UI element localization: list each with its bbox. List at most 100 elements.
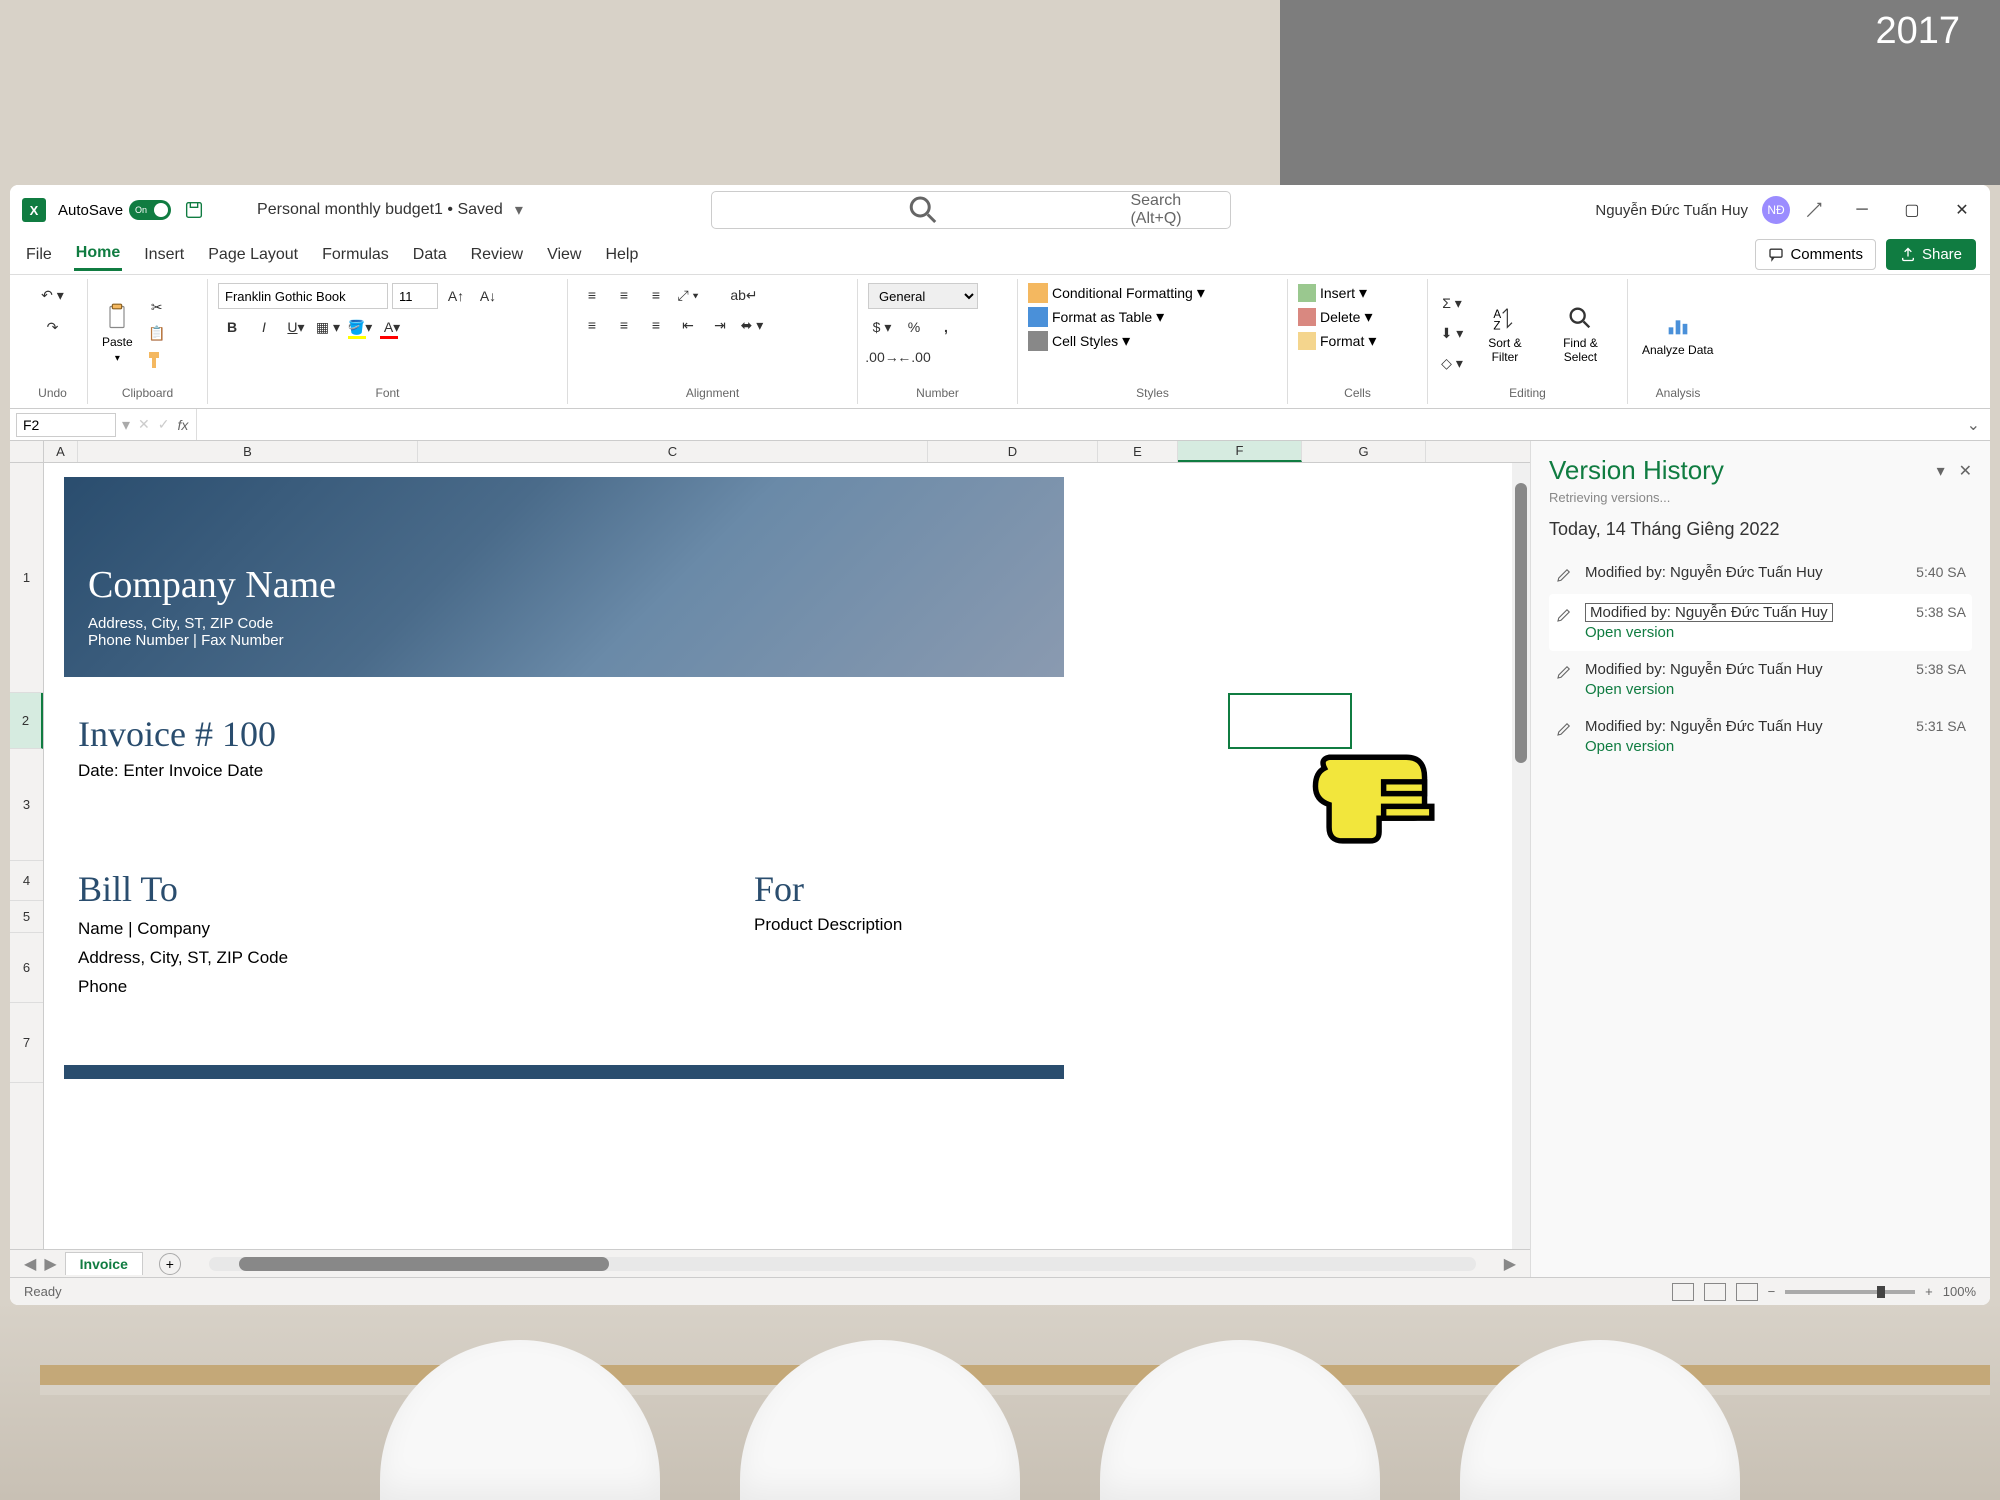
format-cells-button[interactable]: Format ▾ [1298,331,1376,351]
sort-filter-button[interactable]: AZ Sort & Filter [1472,300,1538,368]
find-select-button[interactable]: Find & Select [1544,300,1617,368]
row-header-7[interactable]: 7 [10,1003,43,1083]
zoom-out-icon[interactable]: − [1768,1284,1776,1299]
zoom-in-icon[interactable]: + [1925,1284,1933,1299]
align-left-icon[interactable]: ≡ [578,313,606,337]
comments-button[interactable]: Comments [1755,239,1876,270]
panel-options-icon[interactable]: ▾ [1937,461,1945,481]
document-title[interactable]: Personal monthly budget1 • Saved [257,201,503,219]
align-bottom-icon[interactable]: ≡ [642,283,670,307]
increase-font-icon[interactable]: A↑ [442,284,470,308]
fill-icon[interactable]: ⬇ ▾ [1438,322,1466,346]
fill-color-button[interactable]: 🪣 ▾ [346,315,374,339]
column-header-E[interactable]: E [1098,441,1178,462]
cancel-formula-icon[interactable]: ✕ [138,416,150,433]
number-format-select[interactable]: General [868,283,978,309]
version-item[interactable]: Modified by: Nguyễn Đức Tuấn Huy Open ve… [1549,594,1972,651]
comma-format-icon[interactable]: , [932,315,960,339]
user-name[interactable]: Nguyễn Đức Tuấn Huy [1595,202,1748,219]
tab-home[interactable]: Home [74,238,122,271]
for-body[interactable]: Product Description [754,915,902,935]
align-center-icon[interactable]: ≡ [610,313,638,337]
clear-icon[interactable]: ◇ ▾ [1438,352,1466,376]
invoice-date[interactable]: Date: Enter Invoice Date [78,761,263,781]
cell-styles-button[interactable]: Cell Styles ▾ [1028,331,1130,351]
column-header-C[interactable]: C [418,441,928,462]
horizontal-scrollbar[interactable] [209,1257,1476,1271]
selected-cell-F2[interactable] [1228,693,1352,749]
sheet-nav-next-icon[interactable]: ▶ [44,1254,56,1274]
redo-button[interactable]: ↷ [39,315,67,339]
version-item[interactable]: Modified by: Nguyễn Đức Tuấn Huy 5:40 SA [1549,554,1972,594]
search-input[interactable]: Search (Alt+Q) [711,191,1231,229]
normal-view-icon[interactable] [1672,1283,1694,1301]
font-size-select[interactable] [392,283,438,309]
invoice-number[interactable]: Invoice # 100 [78,713,276,755]
format-as-table-button[interactable]: Format as Table ▾ [1028,307,1164,327]
tab-help[interactable]: Help [603,240,640,270]
cut-button[interactable]: ✂ [143,296,171,320]
accounting-format-icon[interactable]: $ ▾ [868,315,896,339]
delete-cells-button[interactable]: Delete ▾ [1298,307,1373,327]
font-color-button[interactable]: A ▾ [378,315,406,339]
formula-input[interactable] [196,409,1956,440]
row-header-6[interactable]: 6 [10,933,43,1003]
conditional-formatting-button[interactable]: Conditional Formatting ▾ [1028,283,1205,303]
enter-formula-icon[interactable]: ✓ [158,416,170,433]
name-box[interactable] [16,413,116,437]
analyze-data-button[interactable]: Analyze Data [1638,307,1717,361]
save-icon[interactable] [183,199,205,221]
panel-close-icon[interactable]: ✕ [1959,461,1972,481]
column-header-G[interactable]: G [1302,441,1426,462]
percent-format-icon[interactable]: % [900,315,928,339]
underline-button[interactable]: U ▾ [282,315,310,339]
bold-button[interactable]: B [218,315,246,339]
increase-decimal-icon[interactable]: .00→ [868,345,896,369]
decrease-indent-icon[interactable]: ⇤ [674,313,702,337]
tab-review[interactable]: Review [469,240,525,270]
vertical-scrollbar[interactable] [1512,463,1530,1249]
autosum-icon[interactable]: Σ ▾ [1438,292,1466,316]
for-header[interactable]: For [754,868,804,910]
column-header-F[interactable]: F [1178,441,1302,462]
open-version-link[interactable]: Open version [1585,624,1904,641]
minimize-button[interactable]: ─ [1846,194,1878,226]
mic-icon[interactable] [1804,200,1824,220]
fx-icon[interactable]: fx [178,417,189,433]
close-button[interactable]: ✕ [1946,194,1978,226]
row-header-1[interactable]: 1 [10,463,43,693]
zoom-level[interactable]: 100% [1943,1284,1976,1299]
merge-center-icon[interactable]: ⬌ ▾ [738,313,766,337]
open-version-link[interactable]: Open version [1585,681,1904,698]
borders-button[interactable]: ▦ ▾ [314,315,342,339]
autosave-toggle[interactable]: AutoSave On [58,200,171,220]
tab-page-layout[interactable]: Page Layout [206,240,300,270]
wrap-text-icon[interactable]: ab↵ [730,283,758,307]
row-header-5[interactable]: 5 [10,901,43,933]
select-all-corner[interactable] [10,441,44,462]
insert-cells-button[interactable]: Insert ▾ [1298,283,1367,303]
scroll-right-icon[interactable]: ▶ [1504,1254,1516,1274]
tab-insert[interactable]: Insert [142,240,186,270]
maximize-button[interactable]: ▢ [1896,194,1928,226]
decrease-decimal-icon[interactable]: ←.00 [900,345,928,369]
row-header-3[interactable]: 3 [10,749,43,861]
orientation-icon[interactable]: ⤢ ▾ [674,283,702,307]
tab-file[interactable]: File [24,240,54,270]
undo-button[interactable]: ↶ ▾ [39,283,67,307]
page-layout-view-icon[interactable] [1704,1283,1726,1301]
tab-formulas[interactable]: Formulas [320,240,391,270]
align-top-icon[interactable]: ≡ [578,283,606,307]
column-header-A[interactable]: A [44,441,78,462]
increase-indent-icon[interactable]: ⇥ [706,313,734,337]
add-sheet-button[interactable]: + [159,1253,181,1275]
row-header-4[interactable]: 4 [10,861,43,901]
bill-to-body[interactable]: Name | Company Address, City, ST, ZIP Co… [78,915,288,1002]
sheet-tab-invoice[interactable]: Invoice [65,1252,143,1275]
cells-grid[interactable]: Company Name Address, City, ST, ZIP Code… [44,463,1530,1249]
column-header-D[interactable]: D [928,441,1098,462]
document-dropdown-icon[interactable]: ▾ [515,200,523,220]
sheet-nav-prev-icon[interactable]: ◀ [24,1254,36,1274]
align-middle-icon[interactable]: ≡ [610,283,638,307]
row-header-2[interactable]: 2 [10,693,43,749]
